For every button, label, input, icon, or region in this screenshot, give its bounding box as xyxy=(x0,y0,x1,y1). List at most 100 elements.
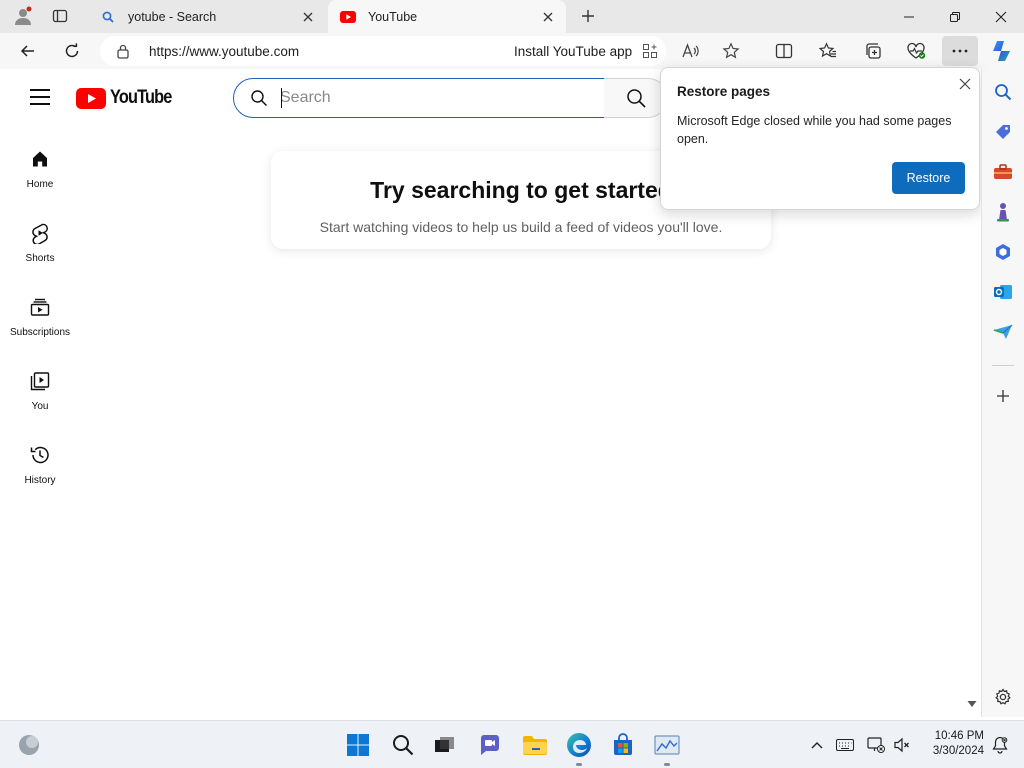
edge-sidebar xyxy=(981,69,1024,717)
settings-and-more-button[interactable] xyxy=(942,36,978,66)
task-view-button[interactable] xyxy=(429,729,461,761)
youtube-logo-icon xyxy=(76,87,106,109)
lock-icon[interactable] xyxy=(116,43,130,62)
dialog-close-button[interactable] xyxy=(955,74,975,94)
address-bar[interactable]: https://www.youtube.com Install YouTube … xyxy=(100,36,666,66)
browser-essentials-button[interactable] xyxy=(901,36,931,66)
taskbar-clock[interactable]: 10:46 PM 3/30/2024 xyxy=(922,729,984,759)
search-button[interactable] xyxy=(604,78,668,118)
split-screen-icon xyxy=(775,43,793,59)
close-window-button[interactable] xyxy=(978,0,1024,33)
widgets-icon xyxy=(19,735,39,755)
toolbox-icon xyxy=(994,164,1012,179)
restore-window-icon xyxy=(950,11,960,22)
restore-button[interactable]: Restore xyxy=(892,162,965,194)
read-aloud-button[interactable] xyxy=(676,36,706,66)
minimize-button[interactable] xyxy=(886,0,932,33)
file-explorer-button[interactable] xyxy=(519,729,551,761)
tab-close-button[interactable] xyxy=(296,5,320,29)
volume-muted-icon xyxy=(894,737,909,753)
store-button[interactable] xyxy=(607,729,639,761)
sidebar-add-button[interactable] xyxy=(990,383,1016,409)
keyboard-tray-button[interactable] xyxy=(835,735,855,755)
sidebar-shopping-button[interactable] xyxy=(990,119,1016,145)
tab-yotube-search[interactable]: yotube - Search xyxy=(88,0,326,33)
close-icon xyxy=(303,12,313,21)
profile-button[interactable] xyxy=(10,4,36,28)
split-screen-button[interactable] xyxy=(769,36,799,66)
back-button[interactable] xyxy=(13,36,43,66)
network-tray-button[interactable] xyxy=(866,735,886,755)
search-icon xyxy=(250,89,268,110)
refresh-button[interactable] xyxy=(57,36,87,66)
install-app-label[interactable]: Install YouTube app xyxy=(514,44,632,59)
favorite-button[interactable] xyxy=(716,36,746,66)
guide-label: History xyxy=(24,475,56,486)
send-plane-icon xyxy=(993,324,1013,339)
home-icon xyxy=(28,147,52,171)
minimize-icon xyxy=(904,16,914,17)
menu-icon-line xyxy=(30,96,50,98)
dialog-message: Microsoft Edge closed while you had some… xyxy=(677,114,952,146)
sidebar-microsoft365-button[interactable] xyxy=(990,239,1016,265)
url-text[interactable]: https://www.youtube.com xyxy=(149,44,299,59)
text-caret xyxy=(281,88,282,108)
close-icon xyxy=(543,12,553,21)
search-icon xyxy=(393,735,414,756)
chevron-up-icon xyxy=(811,742,823,749)
guide-label: Subscriptions xyxy=(9,327,71,338)
history-icon xyxy=(28,443,52,467)
show-hidden-icons-button[interactable] xyxy=(807,735,827,755)
start-button[interactable] xyxy=(342,729,374,761)
shopping-tag-icon xyxy=(996,125,1010,139)
gear-icon xyxy=(995,688,1011,705)
search-icon xyxy=(626,89,646,108)
favorites-button[interactable] xyxy=(813,36,843,66)
guide-item-home[interactable]: Home xyxy=(4,135,76,201)
taskbar-search-button[interactable] xyxy=(387,729,419,761)
search-input[interactable] xyxy=(280,87,580,109)
sidebar-tools-button[interactable] xyxy=(990,159,1016,185)
sidebar-settings-button[interactable] xyxy=(990,684,1016,710)
sidebar-games-button[interactable] xyxy=(990,199,1016,225)
photos-app-button[interactable] xyxy=(651,729,683,761)
tab-close-button[interactable] xyxy=(536,5,560,29)
chart-image-icon xyxy=(654,735,680,755)
sidebar-search-button[interactable] xyxy=(990,79,1016,105)
windows-taskbar: 10:46 PM 3/30/2024 xyxy=(0,720,1024,768)
scroll-down-arrow[interactable] xyxy=(966,698,978,710)
copilot-icon xyxy=(993,41,1010,61)
volume-tray-button[interactable] xyxy=(892,735,912,755)
edge-taskbar-button[interactable] xyxy=(563,729,595,761)
guide-item-history[interactable]: History xyxy=(4,431,76,497)
read-aloud-icon xyxy=(682,43,699,58)
tab-youtube[interactable]: YouTube xyxy=(328,0,566,33)
sidebar-outlook-button[interactable] xyxy=(990,279,1016,305)
notifications-button[interactable] xyxy=(990,735,1010,755)
teams-chat-button[interactable] xyxy=(474,729,506,761)
guide-item-shorts[interactable]: Shorts xyxy=(4,209,76,275)
app-available-icon[interactable] xyxy=(638,39,662,63)
profile-icon xyxy=(15,6,32,25)
copilot-button[interactable] xyxy=(987,36,1017,66)
microsoft365-icon xyxy=(996,244,1010,260)
subscriptions-icon xyxy=(28,295,52,319)
new-tab-button[interactable] xyxy=(575,4,601,28)
weather-widget[interactable] xyxy=(13,729,45,761)
close-icon xyxy=(959,78,971,90)
guide-item-subscriptions[interactable]: Subscriptions xyxy=(4,283,76,349)
heart-pulse-icon xyxy=(907,42,926,59)
refresh-icon xyxy=(65,43,79,58)
youtube-logo[interactable]: YouTube xyxy=(76,87,181,109)
sidebar-drop-button[interactable] xyxy=(990,319,1016,345)
guide-item-you[interactable]: You xyxy=(4,357,76,423)
search-icon xyxy=(995,84,1012,101)
youtube-wordmark: YouTube xyxy=(110,87,172,108)
collections-button[interactable] xyxy=(858,36,888,66)
edge-icon xyxy=(567,733,591,757)
tab-actions-button[interactable] xyxy=(47,4,73,28)
close-icon xyxy=(995,11,1007,22)
search-box[interactable] xyxy=(233,78,605,118)
guide-menu-button[interactable] xyxy=(24,85,56,109)
restore-window-button[interactable] xyxy=(932,0,978,33)
